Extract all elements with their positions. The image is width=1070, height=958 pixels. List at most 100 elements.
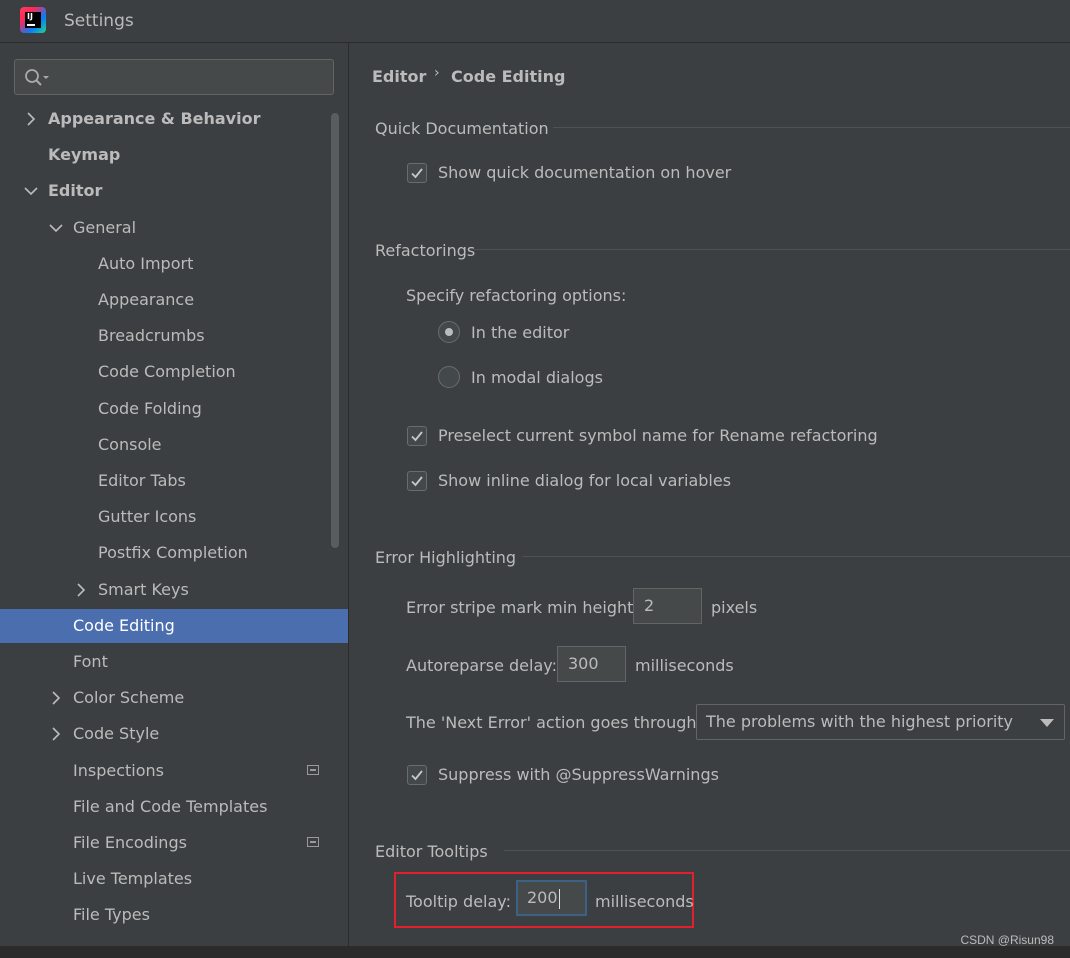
sidebar-item-gutter-icons[interactable]: Gutter Icons <box>0 500 348 534</box>
sidebar-item-label: File Encodings <box>73 833 187 852</box>
error-stripe-unit: pixels <box>711 598 758 617</box>
preselect-symbol-checkbox[interactable] <box>407 426 427 446</box>
sidebar-item-auto-import[interactable]: Auto Import <box>0 247 348 281</box>
sidebar-item-code-editing[interactable]: Code Editing <box>0 608 348 643</box>
sidebar-item-font[interactable]: Font <box>0 645 348 679</box>
sidebar-item-label: Appearance <box>98 290 195 309</box>
inline-dialog-checkbox[interactable] <box>407 471 427 491</box>
sidebar-item-label: Keymap <box>48 145 121 165</box>
sidebar-item-appearance-behavior[interactable]: Appearance & Behavior <box>0 102 348 136</box>
watermark: CSDN @Risun98 <box>960 933 1054 947</box>
sidebar-item-editor-tabs[interactable]: Editor Tabs <box>0 464 348 498</box>
suppress-warnings-checkbox[interactable] <box>407 765 427 785</box>
sidebar-scrollbar[interactable] <box>331 113 339 548</box>
sidebar-item-label: Console <box>98 434 162 454</box>
suppress-warnings-label[interactable]: Suppress with @SuppressWarnings <box>438 765 719 784</box>
chevron-right-icon[interactable] <box>73 573 89 607</box>
inline-dialog-label[interactable]: Show inline dialog for local variables <box>438 471 731 490</box>
sidebar-item-label: Code Editing <box>73 615 175 635</box>
sidebar-item-file-encodings[interactable]: File Encodings <box>0 826 348 860</box>
bottom-bar <box>0 946 1070 958</box>
tooltip-delay-input[interactable]: 200 <box>516 880 587 916</box>
tooltip-delay-label: Tooltip delay: <box>406 892 511 911</box>
sidebar-item-label: Gutter Icons <box>98 507 197 527</box>
sidebar-item-label: General <box>73 217 137 237</box>
project-level-icon <box>307 764 319 775</box>
sidebar-item-live-templates[interactable]: Live Templates <box>0 862 348 896</box>
settings-sidebar: Appearance & Behavior Keymap Editor General… <box>0 43 348 946</box>
preselect-symbol-label[interactable]: Preselect current symbol name for Rename… <box>438 426 878 445</box>
sidebar-item-code-folding[interactable]: Code Folding <box>0 392 348 426</box>
sidebar-item-color-scheme[interactable]: Color Scheme <box>0 681 348 715</box>
section-divider <box>474 249 1070 250</box>
error-stripe-height-input[interactable]: 2 <box>633 588 702 624</box>
checkmark-icon <box>411 476 423 487</box>
sidebar-item-code-completion[interactable]: Code Completion <box>0 355 348 389</box>
next-error-dropdown[interactable]: The problems with the highest priority <box>696 704 1065 740</box>
sidebar-item-editor[interactable]: Editor <box>0 174 348 208</box>
sidebar-item-label: Editor <box>48 181 103 201</box>
tooltip-delay-value: 200 <box>527 888 558 907</box>
specify-refactoring-label: Specify refactoring options: <box>406 286 627 305</box>
error-stripe-label: Error stripe mark min height: <box>406 598 639 617</box>
next-error-label: The 'Next Error' action goes through: <box>406 713 702 732</box>
sidebar-item-label: Code Completion <box>98 362 236 382</box>
section-title-editor-tooltips: Editor Tooltips <box>375 842 488 861</box>
sidebar-item-label: Code Folding <box>98 398 202 418</box>
chevron-right-icon[interactable] <box>48 717 64 751</box>
sidebar-item-smart-keys[interactable]: Smart Keys <box>0 573 348 607</box>
section-title-quick-documentation: Quick Documentation <box>375 119 549 138</box>
sidebar-item-file-and-code-templates[interactable]: File and Code Templates <box>0 790 348 824</box>
sidebar-item-breadcrumbs[interactable]: Breadcrumbs <box>0 319 348 353</box>
next-error-selected-value: The problems with the highest priority <box>706 712 1013 731</box>
sidebar-item-inspections[interactable]: Inspections <box>0 754 348 788</box>
chevron-right-icon[interactable] <box>48 681 64 715</box>
sidebar-item-label: Breadcrumbs <box>98 326 205 346</box>
sidebar-item-label: Font <box>73 652 108 671</box>
sidebar-item-keymap[interactable]: Keymap <box>0 138 348 172</box>
show-quick-doc-label[interactable]: Show quick documentation on hover <box>438 163 731 182</box>
search-input[interactable] <box>14 59 334 95</box>
tooltip-delay-unit: milliseconds <box>595 892 694 911</box>
radio-modal-dialogs-label[interactable]: In modal dialogs <box>471 368 603 387</box>
sidebar-item-label: Live Templates <box>73 869 193 889</box>
radio-in-editor[interactable] <box>438 321 460 343</box>
sidebar-item-console[interactable]: Console <box>0 428 348 462</box>
intellij-logo-icon: IJ <box>20 7 46 33</box>
sidebar-item-label: Editor Tabs <box>98 471 186 490</box>
settings-content: Editor › Code Editing Quick Documentatio… <box>349 43 1070 946</box>
section-divider <box>522 556 1070 557</box>
dropdown-arrow-icon <box>1040 719 1054 727</box>
autoreparse-delay-input[interactable]: 300 <box>557 646 626 682</box>
sidebar-item-label: Postfix Completion <box>98 543 248 563</box>
chevron-down-icon[interactable] <box>23 174 39 208</box>
section-divider <box>553 127 1070 128</box>
title-bar: IJ Settings <box>0 0 1070 43</box>
breadcrumb-editor[interactable]: Editor <box>372 67 426 86</box>
project-level-icon <box>307 837 319 847</box>
sidebar-item-general[interactable]: General <box>0 211 348 245</box>
search-icon[interactable] <box>24 68 52 88</box>
breadcrumb-separator: › <box>434 65 440 81</box>
sidebar-item-postfix-completion[interactable]: Postfix Completion <box>0 536 348 570</box>
section-title-error-highlighting: Error Highlighting <box>375 548 517 567</box>
sidebar-item-label: Color Scheme <box>73 688 185 708</box>
checkmark-icon <box>411 431 423 442</box>
chevron-right-icon[interactable] <box>23 102 39 136</box>
window-title: Settings <box>64 11 134 31</box>
sidebar-item-file-types[interactable]: File Types <box>0 898 348 932</box>
radio-selected-dot <box>445 328 453 336</box>
radio-modal-dialogs[interactable] <box>438 366 460 388</box>
checkmark-icon <box>411 770 423 781</box>
sidebar-item-code-style[interactable]: Code Style <box>0 717 348 751</box>
section-divider <box>504 850 1070 851</box>
autoreparse-label: Autoreparse delay: <box>406 656 557 675</box>
sidebar-item-label: Smart Keys <box>98 579 189 599</box>
show-quick-doc-checkbox[interactable] <box>407 163 427 183</box>
sidebar-item-appearance[interactable]: Appearance <box>0 283 348 317</box>
sidebar-item-label: File Types <box>73 905 150 925</box>
chevron-down-icon[interactable] <box>48 211 64 245</box>
autoreparse-unit: milliseconds <box>635 656 734 675</box>
radio-in-editor-label[interactable]: In the editor <box>471 323 569 342</box>
checkmark-icon <box>411 168 423 179</box>
